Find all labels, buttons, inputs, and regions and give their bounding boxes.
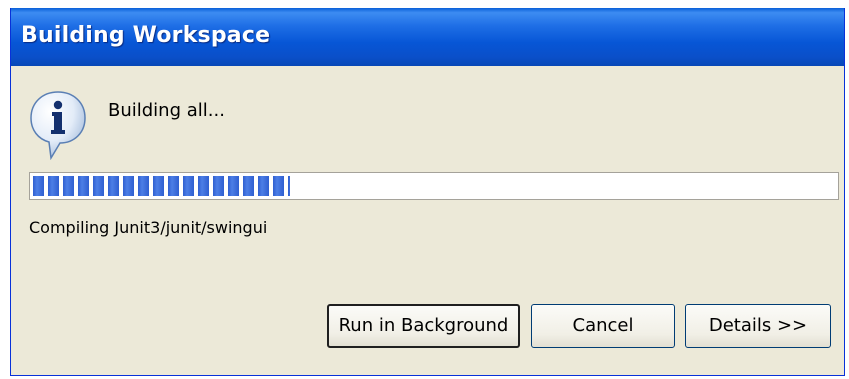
cancel-button[interactable]: Cancel bbox=[531, 304, 675, 348]
progress-fill bbox=[33, 176, 290, 196]
status-message: Building all... bbox=[108, 100, 225, 121]
title-bar[interactable]: Building Workspace bbox=[11, 8, 844, 66]
info-icon bbox=[30, 91, 86, 160]
progress-bar bbox=[29, 172, 839, 200]
window-title: Building Workspace bbox=[21, 23, 271, 48]
building-workspace-dialog: Building Workspace Building all... Compi… bbox=[10, 8, 845, 376]
details-button[interactable]: Details >> bbox=[685, 304, 831, 348]
task-detail-text: Compiling Junit3/junit/swingui bbox=[29, 218, 268, 237]
run-in-background-button[interactable]: Run in Background bbox=[327, 304, 520, 348]
